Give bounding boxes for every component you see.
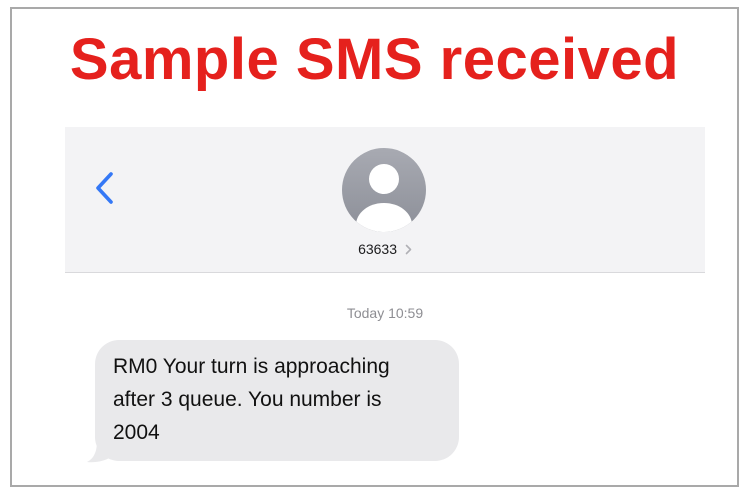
banner-title: Sample SMS received — [69, 27, 680, 92]
messages-screen: 63633 Today 10:59 RM0 Your turn is appro… — [65, 127, 705, 485]
contact-name-button[interactable]: 63633 — [65, 241, 705, 257]
message-bubble[interactable]: RM0 Your turn is approaching after 3 que… — [95, 340, 459, 461]
chevron-right-icon — [405, 244, 412, 255]
contact-avatar[interactable] — [342, 148, 426, 232]
message-timestamp: Today 10:59 — [346, 305, 424, 321]
screenshot-frame: Sample SMS received 63633 Today 10:59 RM… — [10, 7, 739, 487]
message-line: RM0 Your turn is approaching — [113, 355, 390, 378]
message-line: 2004 — [113, 421, 160, 444]
back-button[interactable] — [91, 169, 119, 207]
incoming-message: RM0 Your turn is approaching after 3 que… — [87, 340, 459, 463]
message-line: after 3 queue. You number is — [113, 388, 382, 411]
contact-number: 63633 — [358, 241, 398, 257]
chevron-left-icon — [96, 172, 113, 204]
conversation-header: 63633 — [65, 127, 705, 273]
